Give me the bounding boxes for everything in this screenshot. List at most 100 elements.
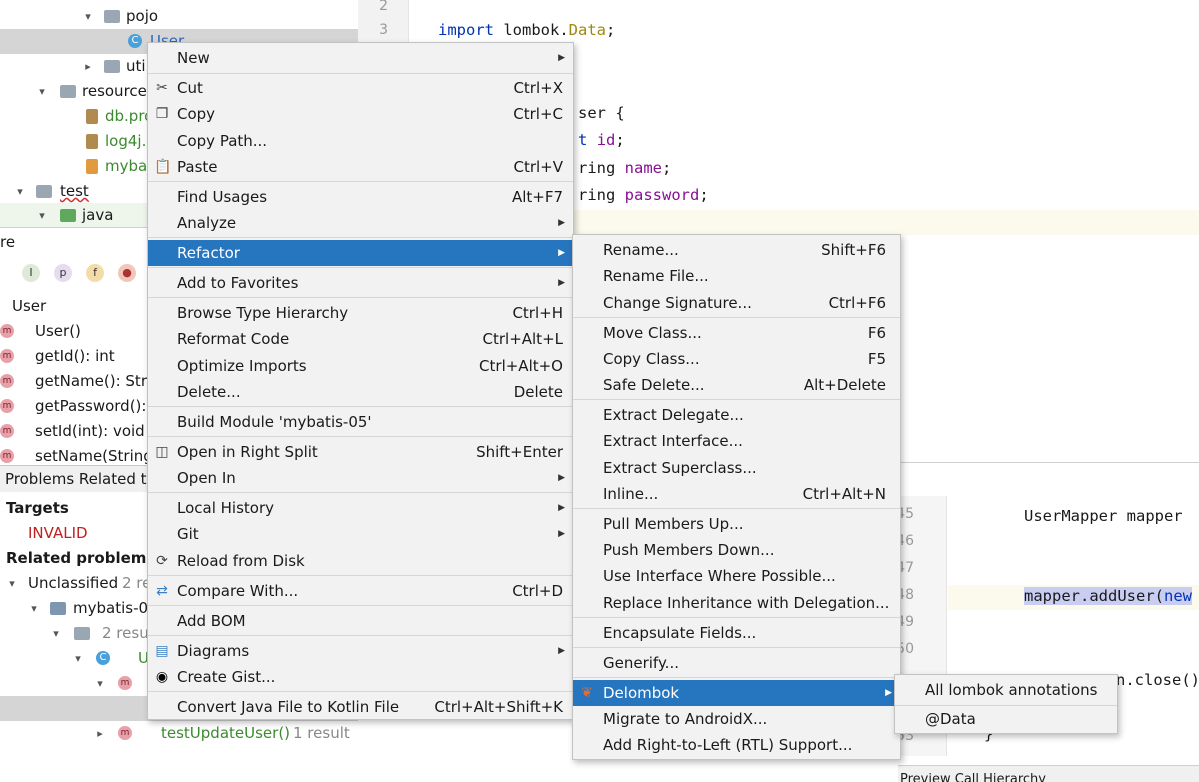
method-icon: m: [0, 349, 14, 363]
refactor-submenu: Rename... Shift+F6 Rename File... Change …: [572, 234, 901, 760]
chevron-down-icon[interactable]: ▾: [36, 79, 48, 104]
menu-item-add-to-favorites[interactable]: Add to Favorites ▶: [148, 270, 573, 296]
menu-item-paste[interactable]: 📋 Paste Ctrl+V: [148, 154, 573, 180]
menu-item-extract-delegate[interactable]: Extract Delegate...: [573, 402, 900, 428]
submenu-arrow-icon: ▶: [558, 248, 565, 258]
chevron-down-icon[interactable]: ▾: [94, 671, 106, 696]
method-icon: m: [0, 324, 14, 338]
xml-file-icon: [86, 159, 98, 174]
menu-item-copy[interactable]: ❐ Copy Ctrl+C: [148, 101, 573, 127]
chevron-right-icon[interactable]: ▸: [82, 54, 94, 79]
reload-icon: ⟳: [156, 553, 168, 569]
properties-file-icon: [86, 109, 98, 124]
tree-item-pojo[interactable]: ▾ pojo: [0, 4, 358, 29]
submenu-arrow-icon: ▶: [558, 278, 565, 288]
method-icon: m: [118, 676, 132, 690]
bottom-tabs[interactable]: Preview Call Hierarchy: [898, 765, 1199, 782]
copy-icon: ❐: [155, 106, 169, 122]
properties-file-icon: [86, 134, 98, 149]
menu-item-browse-type-hierarchy[interactable]: Browse Type Hierarchy Ctrl+H: [148, 300, 573, 326]
fields-icon[interactable]: f: [86, 264, 104, 282]
paste-icon: 📋: [154, 159, 172, 175]
chevron-down-icon[interactable]: ▾: [72, 646, 84, 671]
diagram-icon: ▤: [155, 643, 169, 659]
menu-item-copy-class[interactable]: Copy Class... F5: [573, 346, 900, 372]
method-icon: m: [0, 374, 14, 388]
menu-item-new[interactable]: New ▶: [148, 45, 573, 71]
method-icon: m: [0, 399, 14, 413]
menu-item-delombok[interactable]: ❦ Delombok ▶: [573, 680, 900, 706]
chevron-right-icon[interactable]: ▸: [94, 721, 106, 746]
folder-icon: [74, 627, 90, 640]
menu-item-git[interactable]: Git ▶: [148, 521, 573, 547]
menu-item-migrate-androidx[interactable]: Migrate to AndroidX...: [573, 706, 900, 732]
chevron-down-icon[interactable]: ▾: [28, 596, 40, 621]
menu-item-reformat-code[interactable]: Reformat Code Ctrl+Alt+L: [148, 326, 573, 352]
field-id-fragment: t id;: [578, 131, 625, 149]
menu-item-encapsulate-fields[interactable]: Encapsulate Fields...: [573, 620, 900, 646]
menu-item-use-interface[interactable]: Use Interface Where Possible...: [573, 563, 900, 589]
class-icon: C: [96, 651, 110, 665]
properties-icon[interactable]: p: [54, 264, 72, 282]
menu-item-open-in[interactable]: Open In ▶: [148, 465, 573, 491]
menu-item-open-in-right-split[interactable]: ◫ Open in Right Split Shift+Enter: [148, 439, 573, 465]
menu-item-generify[interactable]: Generify...: [573, 650, 900, 676]
menu-item-change-signature[interactable]: Change Signature... Ctrl+F6: [573, 290, 900, 316]
menu-item-pull-members-up[interactable]: Pull Members Up...: [573, 511, 900, 537]
menu-item-find-usages[interactable]: Find Usages Alt+F7: [148, 184, 573, 210]
menu-item-local-history[interactable]: Local History ▶: [148, 495, 573, 521]
code-line: mapper.addUser(new: [1024, 587, 1192, 605]
submenu-arrow-icon: ▶: [558, 53, 565, 63]
menu-item-inline[interactable]: Inline... Ctrl+Alt+N: [573, 481, 900, 507]
menu-item-cut[interactable]: ✂ Cut Ctrl+X: [148, 75, 573, 101]
field-password-fragment: ring password;: [578, 186, 709, 204]
github-icon: ◉: [155, 669, 169, 685]
delombok-submenu: All lombok annotations @Data: [894, 674, 1118, 734]
submenu-arrow-icon: ▶: [558, 529, 565, 539]
submenu-arrow-icon: ▶: [885, 688, 892, 698]
menu-item-rename-file[interactable]: Rename File...: [573, 263, 900, 289]
class-icon: C: [128, 34, 142, 48]
menu-item-create-gist[interactable]: ◉ Create Gist...: [148, 664, 573, 690]
menu-item-build-module[interactable]: Build Module 'mybatis-05': [148, 409, 573, 435]
inherited-icon[interactable]: I: [22, 264, 40, 282]
test-method-row[interactable]: ▸ m testUpdateUser() 1 result: [0, 721, 358, 746]
menu-item-analyze[interactable]: Analyze ▶: [148, 210, 573, 236]
code-line: UserMapper mapper: [1024, 507, 1183, 525]
module-icon: [50, 602, 66, 615]
chevron-down-icon[interactable]: ▾: [82, 4, 94, 29]
split-icon: ◫: [155, 444, 169, 460]
code-line: n.close(): [1116, 671, 1199, 689]
menu-item-safe-delete[interactable]: Safe Delete... Alt+Delete: [573, 372, 900, 398]
menu-item-all-lombok-annotations[interactable]: All lombok annotations: [895, 677, 1117, 703]
compare-icon: ⇄: [156, 583, 168, 599]
menu-item-copy-path[interactable]: Copy Path...: [148, 128, 573, 154]
menu-item-compare-with[interactable]: ⇄ Compare With... Ctrl+D: [148, 578, 573, 604]
menu-item-extract-superclass[interactable]: Extract Superclass...: [573, 455, 900, 481]
menu-item-data-annotation[interactable]: @Data: [895, 706, 1117, 732]
menu-item-extract-interface[interactable]: Extract Interface...: [573, 428, 900, 454]
test-folder-icon: [60, 209, 76, 222]
method-icon: m: [0, 449, 14, 463]
menu-item-optimize-imports[interactable]: Optimize Imports Ctrl+Alt+O: [148, 353, 573, 379]
menu-item-add-rtl-support[interactable]: Add Right-to-Left (RTL) Support...: [573, 732, 900, 758]
menu-item-refactor[interactable]: Refactor ▶: [148, 240, 573, 266]
chevron-down-icon[interactable]: ▾: [36, 203, 48, 228]
structure-title: re: [0, 233, 16, 251]
menu-item-move-class[interactable]: Move Class... F6: [573, 320, 900, 346]
menu-item-rename[interactable]: Rename... Shift+F6: [573, 237, 900, 263]
menu-item-replace-inheritance[interactable]: Replace Inheritance with Delegation...: [573, 590, 900, 616]
menu-item-diagrams[interactable]: ▤ Diagrams ▶: [148, 638, 573, 664]
chevron-down-icon[interactable]: ▾: [50, 621, 62, 646]
chevron-down-icon[interactable]: ▾: [14, 179, 26, 204]
submenu-arrow-icon: ▶: [558, 473, 565, 483]
menu-item-push-members-down[interactable]: Push Members Down...: [573, 537, 900, 563]
menu-item-reload-from-disk[interactable]: ⟳ Reload from Disk: [148, 548, 573, 574]
chevron-down-icon[interactable]: ▾: [6, 571, 18, 596]
menu-item-convert-to-kotlin[interactable]: Convert Java File to Kotlin File Ctrl+Alt…: [148, 694, 573, 720]
lock-icon[interactable]: ●: [118, 264, 136, 282]
problems-title: Problems Related to: [5, 470, 156, 488]
menu-item-add-bom[interactable]: Add BOM: [148, 608, 573, 634]
menu-item-delete[interactable]: Delete... Delete: [148, 379, 573, 405]
folder-icon: [104, 10, 120, 23]
